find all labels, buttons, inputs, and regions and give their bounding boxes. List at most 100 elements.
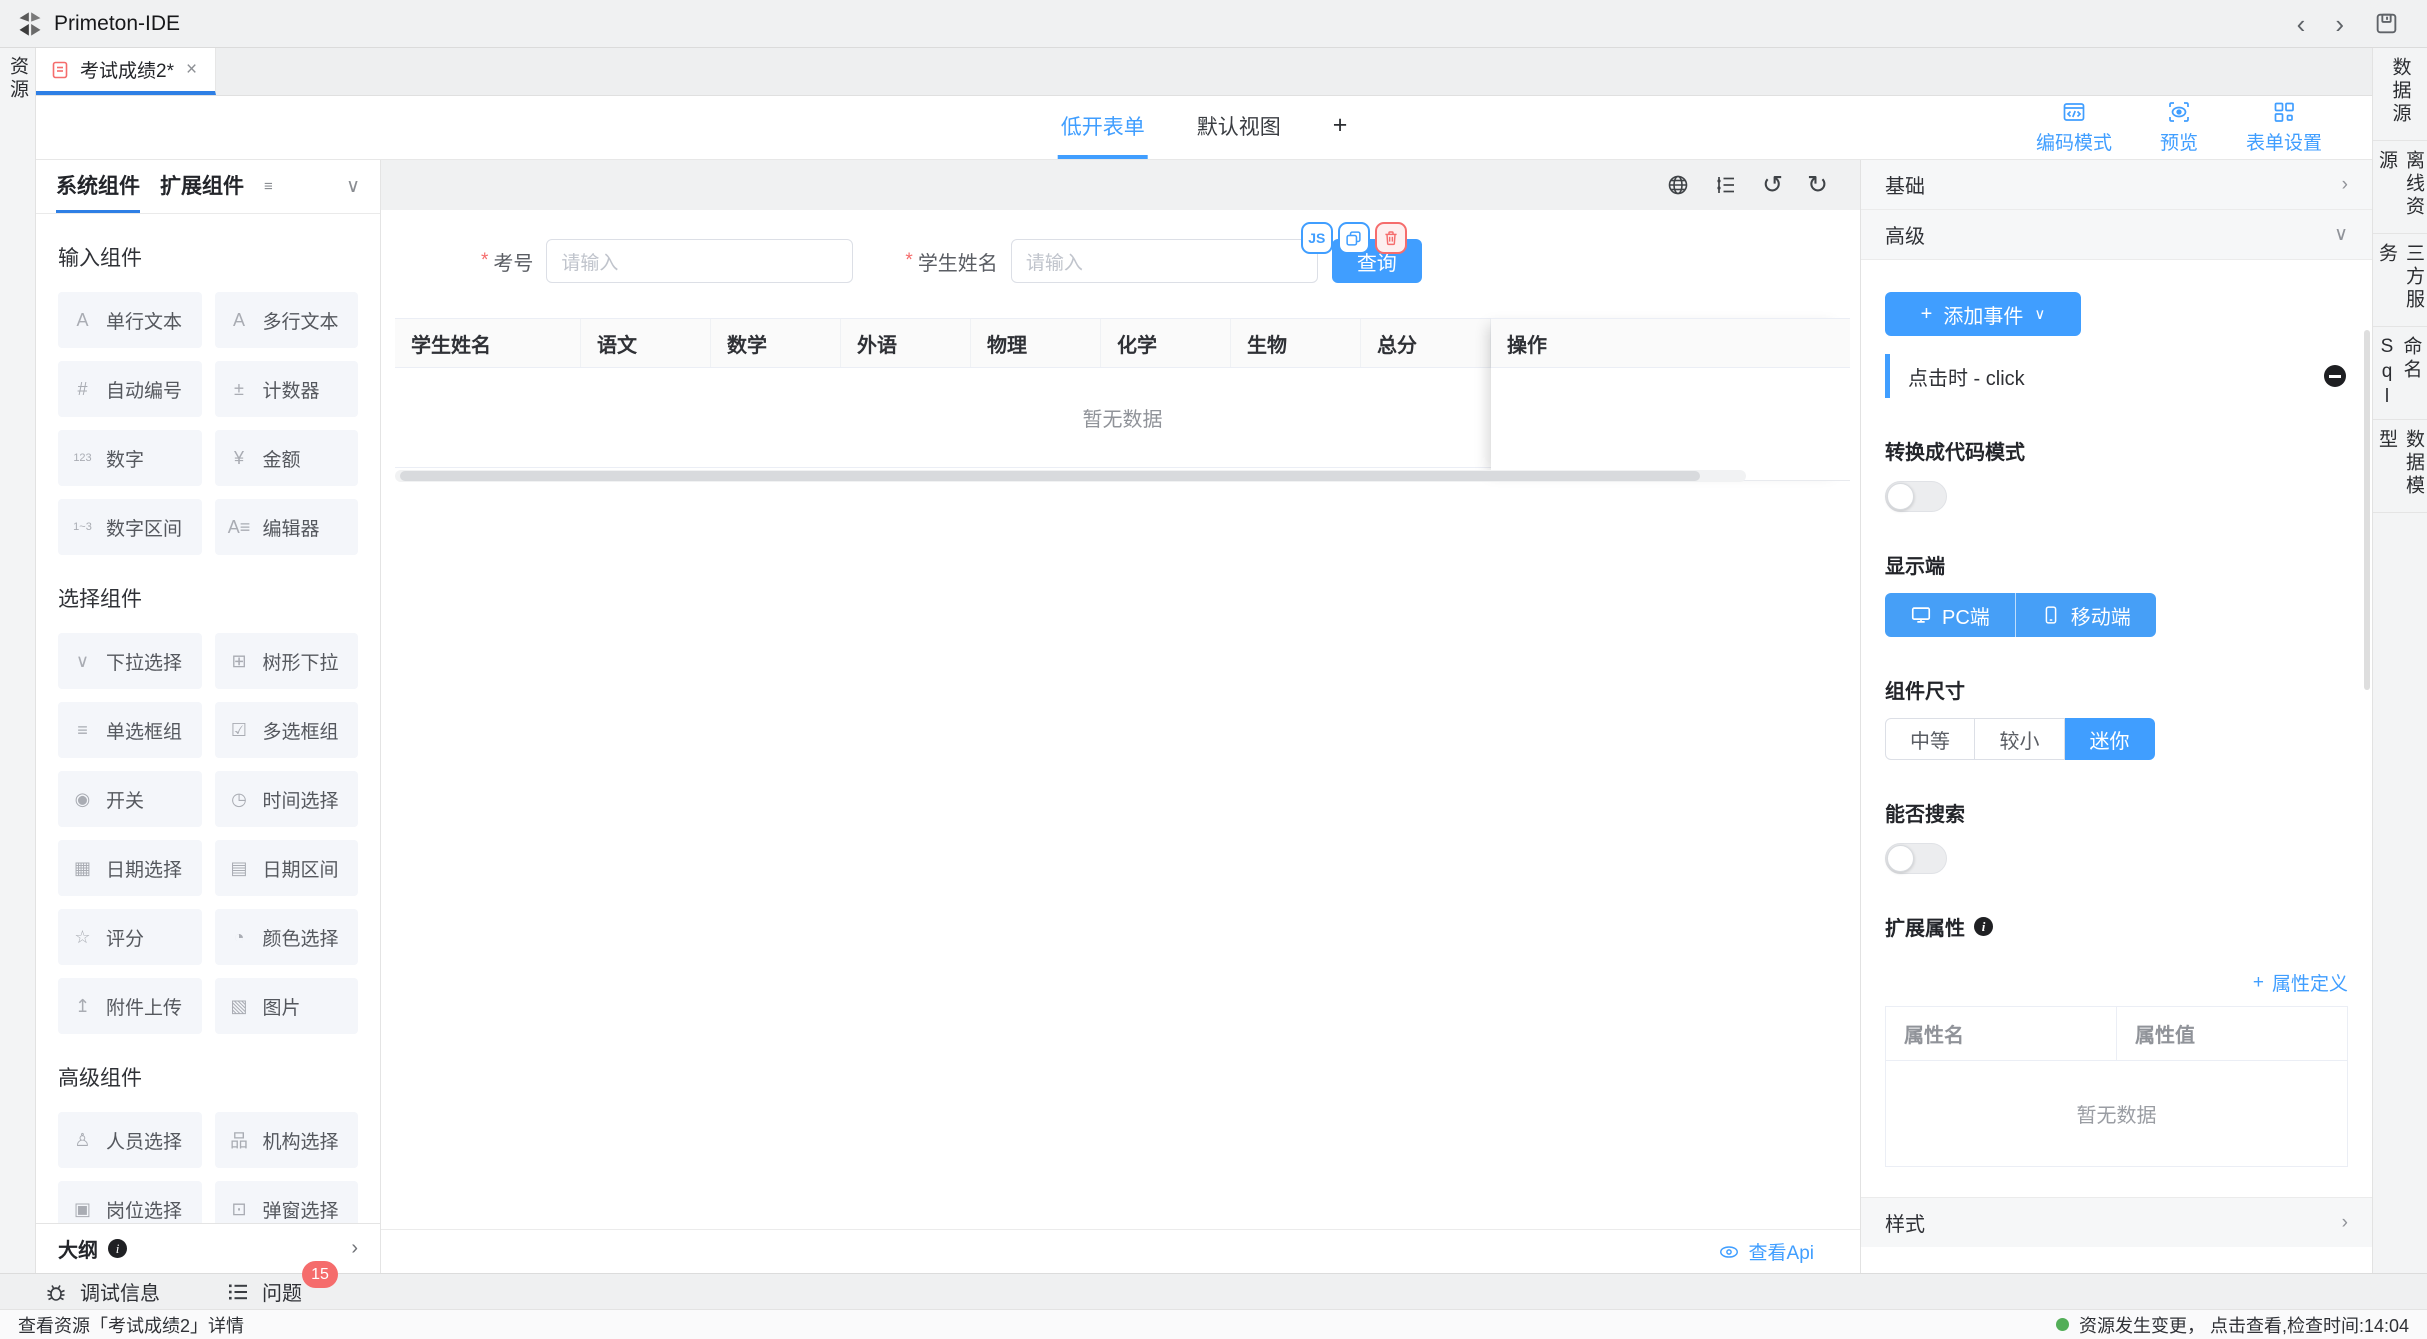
- collapse-panel-icon[interactable]: ∨: [346, 175, 360, 198]
- student-name-input[interactable]: 请输入: [1011, 239, 1318, 283]
- horizontal-scrollbar[interactable]: [395, 470, 1746, 482]
- org-select-icon: 品: [226, 1127, 253, 1153]
- redo-icon[interactable]: ↻: [1807, 173, 1828, 198]
- code-mode-toggle[interactable]: [1885, 481, 1947, 512]
- right-rail: 数据源 离线资源 三方服务 命名Sql 数据模型: [2372, 48, 2427, 1273]
- section-advanced[interactable]: 高级 ∨: [1861, 210, 2372, 260]
- display-side-label: 显示端: [1885, 550, 2348, 579]
- component-number-range[interactable]: 1~3数字区间: [58, 499, 202, 555]
- scrollbar-thumb[interactable]: [400, 471, 1700, 481]
- history-forward-icon[interactable]: ›: [2335, 11, 2344, 37]
- component-radio-group[interactable]: ≡单选框组: [58, 702, 202, 758]
- view-api-link[interactable]: 查看Api: [1749, 1238, 1814, 1265]
- component-person-select[interactable]: ♙人员选择: [58, 1112, 202, 1168]
- component-list-icon[interactable]: ≡: [264, 178, 273, 195]
- exam-number-input[interactable]: 请输入: [546, 239, 853, 283]
- sidebar-item-third-party-services[interactable]: 三方服务: [2373, 234, 2427, 327]
- monitor-icon: [1910, 604, 1932, 626]
- undo-icon[interactable]: ↺: [1762, 173, 1783, 198]
- define-property-link[interactable]: + 属性定义: [1885, 969, 2348, 996]
- component-switch[interactable]: ◉开关: [58, 771, 202, 827]
- component-single-line-text[interactable]: A单行文本: [58, 292, 202, 348]
- tab-default-view[interactable]: 默认视图: [1194, 96, 1284, 159]
- event-item-click[interactable]: 点击时 - click: [1885, 354, 2348, 398]
- fixed-operation-column: 操作: [1491, 318, 1850, 481]
- component-org-select[interactable]: 品机构选择: [215, 1112, 359, 1168]
- form-settings-button[interactable]: 表单设置: [2246, 100, 2322, 155]
- money-icon: ¥: [226, 448, 253, 469]
- resource-change-status[interactable]: 资源发生变更， 点击查看,检查时间:14:04: [2056, 1312, 2409, 1338]
- auto-number-icon: #: [69, 379, 96, 400]
- remove-event-icon[interactable]: [2324, 365, 2346, 387]
- required-mark: *: [905, 250, 912, 272]
- section-basic[interactable]: 基础 ›: [1861, 160, 2372, 210]
- tab-system-components[interactable]: 系统组件: [56, 160, 140, 213]
- form-doc-icon: [50, 60, 70, 80]
- sidebar-item-offline-resources[interactable]: 离线资源: [2373, 141, 2427, 234]
- component-date-picker[interactable]: ▦日期选择: [58, 840, 202, 896]
- js-event-button[interactable]: JS: [1301, 222, 1333, 254]
- add-event-button[interactable]: + 添加事件 ∨: [1885, 292, 2081, 336]
- component-editor[interactable]: A≡编辑器: [215, 499, 359, 555]
- component-number[interactable]: 123数字: [58, 430, 202, 486]
- post-select-icon: ▣: [69, 1199, 96, 1220]
- display-side-buttons: PC端 移动端: [1885, 593, 2156, 637]
- outline-label: 大纲: [58, 1234, 98, 1263]
- save-icon[interactable]: [2374, 11, 2399, 36]
- document-tab[interactable]: 考试成绩2* ×: [36, 48, 216, 95]
- tab-low-code-form[interactable]: 低开表单: [1058, 96, 1148, 159]
- close-icon[interactable]: ×: [186, 59, 197, 81]
- component-counter[interactable]: ±计数器: [215, 361, 359, 417]
- selection-actions: JS: [1301, 222, 1407, 254]
- component-date-range[interactable]: ▤日期区间: [215, 840, 359, 896]
- component-color-picker[interactable]: ◔颜色选择: [215, 909, 359, 965]
- section-style[interactable]: 样式 ›: [1861, 1197, 2372, 1247]
- size-medium-button[interactable]: 中等: [1885, 718, 1975, 760]
- component-image[interactable]: ▧图片: [215, 978, 359, 1034]
- add-view-button[interactable]: +: [1330, 96, 1351, 159]
- view-header: 低开表单 默认视图 +: [36, 96, 2372, 160]
- component-rating[interactable]: ☆评分: [58, 909, 202, 965]
- component-checkbox-group[interactable]: ☑多选框组: [215, 702, 359, 758]
- size-small-button[interactable]: 较小: [1975, 718, 2065, 760]
- sidebar-item-named-sql[interactable]: 命名Sql: [2373, 327, 2427, 420]
- i18n-globe-icon[interactable]: [1666, 173, 1690, 197]
- history-back-icon[interactable]: ‹: [2297, 11, 2306, 37]
- debug-info-button[interactable]: 调试信息: [44, 1277, 160, 1306]
- problems-button[interactable]: 问题 15: [226, 1277, 302, 1306]
- col-student-name: 学生姓名: [395, 319, 581, 367]
- delete-button[interactable]: [1375, 222, 1407, 254]
- component-popup-select[interactable]: ⊡弹窗选择: [215, 1181, 359, 1223]
- col-prop-value: 属性值: [2116, 1007, 2347, 1060]
- component-file-upload[interactable]: ↥附件上传: [58, 978, 202, 1034]
- sidebar-item-datasource[interactable]: 数据源: [2373, 48, 2427, 141]
- preview-button[interactable]: 预览: [2160, 100, 2198, 155]
- tab-extension-components[interactable]: 扩展组件: [160, 160, 244, 213]
- copy-button[interactable]: [1338, 222, 1370, 254]
- info-icon: i: [1974, 917, 1993, 936]
- tree-select-icon: ⊞: [226, 651, 253, 672]
- component-multi-line-text[interactable]: A多行文本: [215, 292, 359, 348]
- component-post-select[interactable]: ▣岗位选择: [58, 1181, 202, 1223]
- col-math: 数学: [711, 319, 841, 367]
- component-dropdown-select[interactable]: ∨下拉选择: [58, 633, 202, 689]
- chevron-down-icon: ∨: [2334, 223, 2348, 246]
- outline-tree-icon[interactable]: [1714, 173, 1738, 197]
- canvas-empty-area: [381, 482, 1860, 1229]
- code-mode-button[interactable]: 编码模式: [2036, 100, 2112, 155]
- pc-side-button[interactable]: PC端: [1885, 593, 2015, 637]
- sidebar-item-resources[interactable]: 资源: [4, 56, 31, 102]
- component-money[interactable]: ¥金额: [215, 430, 359, 486]
- sidebar-item-data-model[interactable]: 数据模型: [2373, 420, 2427, 513]
- mobile-side-button[interactable]: 移动端: [2015, 593, 2156, 637]
- editor-icon: A≡: [226, 517, 253, 538]
- component-tree-select[interactable]: ⊞树形下拉: [215, 633, 359, 689]
- status-bar: 查看资源「考试成绩2」详情 资源发生变更， 点击查看,检查时间:14:04: [0, 1309, 2427, 1339]
- query-button[interactable]: 查询 JS: [1332, 239, 1422, 283]
- size-mini-button[interactable]: 迷你: [2065, 718, 2155, 760]
- student-name-label: 学生姓名: [918, 247, 998, 276]
- form-settings-label: 表单设置: [2246, 128, 2322, 155]
- searchable-toggle[interactable]: [1885, 843, 1947, 874]
- component-auto-number[interactable]: #自动编号: [58, 361, 202, 417]
- component-time-picker[interactable]: ◷时间选择: [215, 771, 359, 827]
